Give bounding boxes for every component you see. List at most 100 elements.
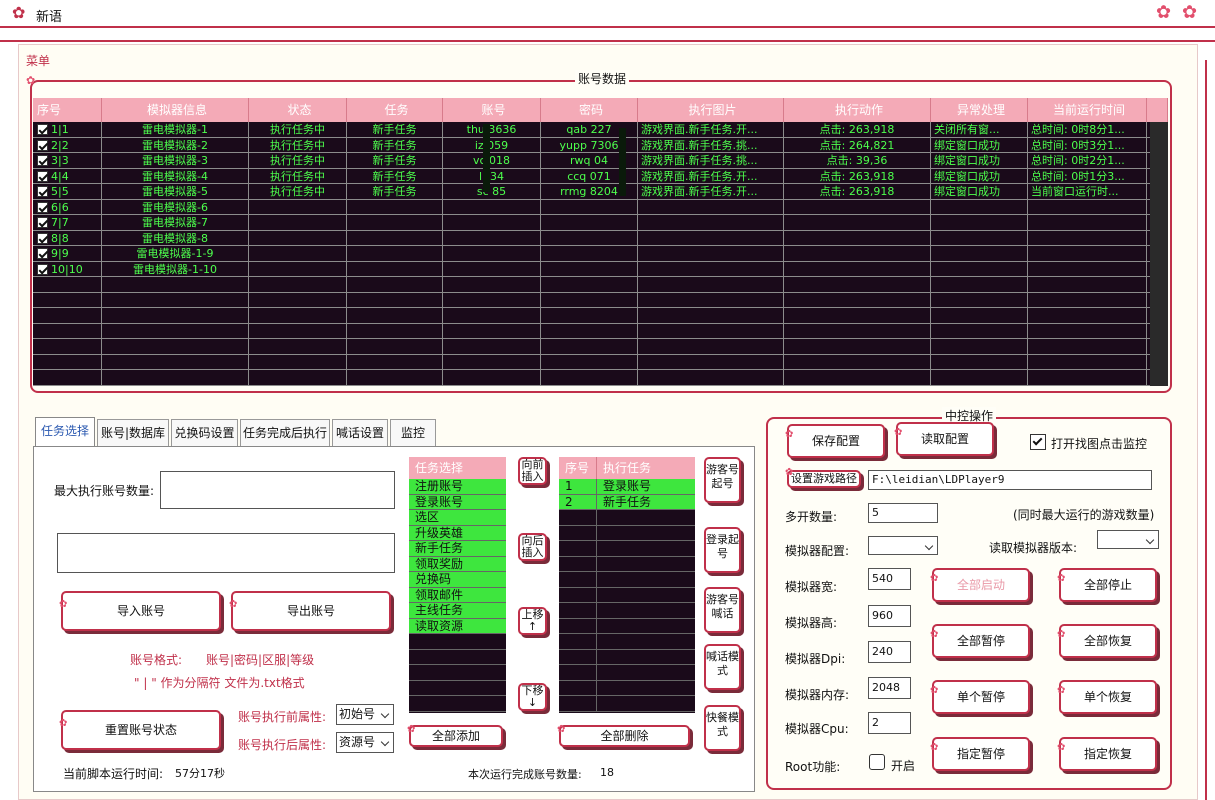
pause-all-button[interactable]: ✿ 全部暂停	[930, 624, 1030, 658]
multi-input[interactable]: 5	[868, 503, 938, 523]
list-item[interactable]: 2 新手任务	[559, 494, 695, 510]
list-item[interactable]	[559, 680, 695, 696]
list-item[interactable]: 新手任务	[409, 541, 506, 557]
add-all-button[interactable]: ✿ 全部添加	[407, 724, 503, 747]
tab-2[interactable]: 兑换码设置	[171, 419, 238, 447]
table-row[interactable]	[33, 354, 1168, 370]
list-item[interactable]	[559, 541, 695, 557]
monitor-checkbox[interactable]	[1030, 434, 1046, 450]
table-row[interactable]	[33, 339, 1168, 355]
list-item[interactable]: 读取资源	[409, 618, 506, 634]
menu-label[interactable]: 菜单	[26, 52, 50, 69]
close-star-icon[interactable]: ✿	[1182, 2, 1197, 23]
guest-start-button[interactable]: 游客号起号	[704, 457, 741, 503]
emu-config-select[interactable]	[868, 536, 938, 555]
list-item[interactable]	[559, 572, 695, 588]
list-item[interactable]: 兑换码	[409, 572, 506, 588]
account-textarea[interactable]	[57, 533, 395, 573]
row-checkbox[interactable]	[37, 217, 48, 228]
grid-header-cell[interactable]: 状态	[249, 98, 347, 122]
stop-all-button[interactable]: ✿ 全部停止	[1057, 568, 1157, 602]
list-item[interactable]	[559, 556, 695, 572]
width-input[interactable]: 540	[868, 568, 911, 590]
grid-header-cell[interactable]: 模拟器信息	[102, 98, 249, 122]
reset-status-button[interactable]: ✿ 重置账号状态	[59, 710, 221, 750]
insert-after-button[interactable]: 向后插入	[518, 533, 547, 561]
exec-task-list[interactable]: 序号 执行任务 1 登录账号 2 新手任务	[559, 457, 695, 713]
tab-5[interactable]: 监控	[390, 419, 436, 447]
list-item[interactable]: 升级英雄	[409, 525, 506, 541]
list-item[interactable]	[559, 665, 695, 681]
table-row[interactable]	[33, 308, 1168, 324]
root-checkbox[interactable]	[869, 754, 885, 770]
shout-mode-button[interactable]: 喊话模式	[704, 644, 741, 690]
table-row[interactable]: 1|1 雷电模拟器-1 执行任务中 新手任务 thu 3636 qab 227 游戏界面.新…	[33, 122, 1168, 138]
max-accounts-input[interactable]	[160, 471, 395, 509]
table-row[interactable]	[33, 370, 1168, 386]
list-item[interactable]	[409, 696, 506, 712]
move-up-button[interactable]: 上移 ↑	[518, 607, 547, 635]
account-grid[interactable]: 序号 模拟器信息 状态 任务 账号 密码 执行图片 执行动作 异常处理 当前运行时间 1|1 雷电模拟…	[33, 98, 1168, 386]
quick-mode-button[interactable]: 快餐模式	[704, 705, 741, 751]
grid-scrollbar[interactable]	[1150, 122, 1168, 386]
mem-input[interactable]: 2048	[868, 677, 911, 699]
row-checkbox[interactable]	[37, 263, 48, 275]
table-row[interactable]: 8|8 雷电模拟器-8	[33, 230, 1168, 246]
start-all-button[interactable]: ✿ 全部启动	[930, 568, 1030, 602]
table-row[interactable]: 5|5 雷电模拟器-5 执行任务中 新手任务 sc 85 rrmg 8204 游戏界面.新手…	[33, 184, 1168, 200]
grid-header-cell[interactable]: 当前运行时间	[1028, 98, 1147, 122]
resume-all-button[interactable]: ✿ 全部恢复	[1057, 624, 1157, 658]
grid-header-cell[interactable]: 任务	[347, 98, 443, 122]
grid-header-cell[interactable]: 序号	[33, 98, 102, 122]
row-checkbox[interactable]	[37, 232, 48, 244]
minimize-star-icon[interactable]: ✿	[1156, 2, 1171, 23]
guest-shout-button[interactable]: 游客号喊话	[704, 587, 741, 633]
after-attr-select[interactable]: 资源号	[336, 732, 394, 753]
row-checkbox[interactable]	[37, 186, 48, 197]
game-path-button[interactable]: ✿ 设置游戏路径	[785, 467, 861, 488]
dpi-input[interactable]: 240	[868, 641, 911, 663]
list-item[interactable]	[409, 650, 506, 665]
resume-selected-button[interactable]: ✿ 指定恢复	[1057, 737, 1157, 771]
pause-one-button[interactable]: ✿ 单个暂停	[930, 680, 1030, 714]
list-item[interactable]: 领取邮件	[409, 587, 506, 603]
table-row[interactable]	[33, 323, 1168, 339]
grid-header-cell[interactable]: 账号	[443, 98, 541, 122]
row-checkbox[interactable]	[37, 155, 48, 166]
table-row[interactable]: 4|4 雷电模拟器-4 执行任务中 新手任务 lr 34 ccq 071 游戏界面.新手任务…	[33, 168, 1168, 184]
delete-all-button[interactable]: ✿ 全部删除	[557, 724, 690, 747]
cpu-input[interactable]: 2	[868, 712, 911, 734]
grid-header-cell[interactable]: 异常处理	[931, 98, 1028, 122]
table-row[interactable]: 7|7 雷电模拟器-7	[33, 215, 1168, 231]
list-item[interactable]	[409, 681, 506, 696]
export-accounts-button[interactable]: ✿ 导出账号	[229, 591, 391, 631]
list-item[interactable]: 领取奖励	[409, 556, 506, 572]
height-input[interactable]: 960	[868, 605, 911, 627]
pause-selected-button[interactable]: ✿ 指定暂停	[930, 737, 1030, 771]
list-item[interactable]: 注册账号	[409, 479, 506, 495]
list-item[interactable]: 1 登录账号	[559, 479, 695, 495]
list-item[interactable]	[559, 634, 695, 650]
table-row[interactable]: 10|10 雷电模拟器-1-10	[33, 261, 1168, 277]
list-item[interactable]	[409, 634, 506, 650]
login-start-button[interactable]: 登录起号	[704, 527, 741, 573]
list-item[interactable]	[559, 525, 695, 541]
grid-header-cell[interactable]: 执行图片	[638, 98, 784, 122]
table-row[interactable]	[33, 277, 1168, 293]
task-select-list[interactable]: 任务选择 注册账号 登录账号 选区 升级英雄 新手任务 领取奖励 兑换码 领取邮件 主线任务 读取资…	[409, 457, 506, 713]
row-checkbox[interactable]	[37, 124, 48, 135]
tab-1[interactable]: 账号|数据库	[97, 419, 169, 447]
row-checkbox[interactable]	[37, 139, 48, 151]
table-row[interactable]	[33, 292, 1168, 308]
tab-0[interactable]: 任务选择	[35, 417, 95, 447]
table-row[interactable]: 2|2 雷电模拟器-2 执行任务中 新手任务 iz 059 yupp 7306 游戏界面.新…	[33, 137, 1168, 153]
row-checkbox[interactable]	[37, 201, 48, 213]
table-row[interactable]: 9|9 雷电模拟器-1-9	[33, 246, 1168, 262]
list-item[interactable]	[559, 696, 695, 712]
list-item[interactable]	[559, 649, 695, 665]
emu-version-select[interactable]	[1097, 530, 1159, 549]
list-item[interactable]: 登录账号	[409, 494, 506, 510]
import-accounts-button[interactable]: ✿ 导入账号	[59, 591, 221, 631]
insert-before-button[interactable]: 向前插入	[518, 457, 547, 485]
tab-4[interactable]: 喊话设置	[332, 419, 388, 447]
